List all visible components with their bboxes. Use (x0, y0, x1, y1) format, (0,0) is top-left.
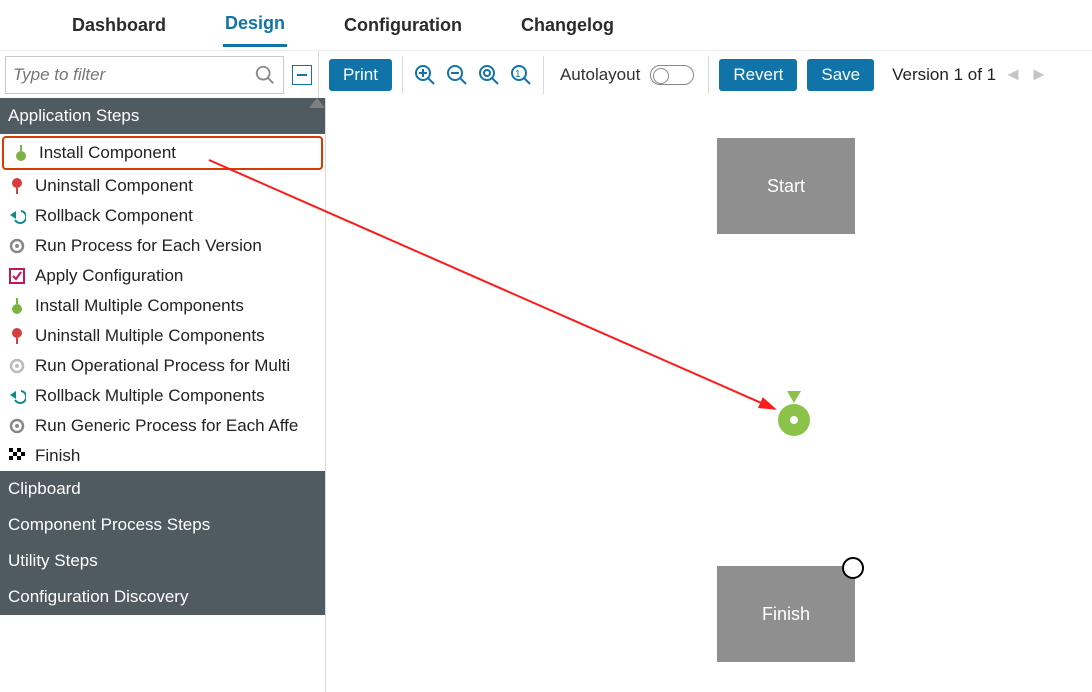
step-finish[interactable]: Finish (0, 441, 325, 471)
step-label: Run Generic Process for Each Affe (35, 416, 298, 436)
step-label: Apply Configuration (35, 266, 183, 286)
tab-changelog[interactable]: Changelog (519, 5, 616, 46)
step-palette: Application Steps Install Component Unin… (0, 98, 326, 692)
filter-box (5, 56, 284, 94)
search-icon[interactable] (254, 64, 276, 86)
zoom-reset-icon[interactable]: 1 (507, 61, 535, 89)
step-rollback-multiple[interactable]: Rollback Multiple Components (0, 381, 325, 411)
zoom-fit-icon[interactable] (475, 61, 503, 89)
node-label: Start (767, 176, 805, 197)
uninstall-icon (8, 177, 26, 195)
autolayout-toggle[interactable] (650, 65, 694, 85)
revert-button[interactable]: Revert (719, 59, 797, 91)
install-icon (8, 297, 26, 315)
rollback-icon (8, 387, 26, 405)
step-label: Install Multiple Components (35, 296, 244, 316)
save-button[interactable]: Save (807, 59, 874, 91)
filter-input[interactable] (13, 65, 254, 85)
drop-circle-icon (778, 404, 810, 436)
step-run-operational[interactable]: Run Operational Process for Multi (0, 351, 325, 381)
node-label: Finish (762, 604, 810, 625)
scroll-up-icon[interactable] (309, 98, 325, 108)
svg-text:1: 1 (515, 69, 521, 80)
node-finish[interactable]: Finish ✕ (717, 566, 855, 662)
zoom-in-icon[interactable] (411, 61, 439, 89)
prev-version-icon[interactable]: ◄ (1004, 64, 1022, 85)
category-utility-steps[interactable]: Utility Steps (0, 543, 325, 579)
uninstall-icon (8, 327, 26, 345)
step-install-component[interactable]: Install Component (2, 136, 323, 170)
gear-icon (8, 357, 26, 375)
divider (318, 51, 319, 98)
gear-icon (8, 237, 26, 255)
step-uninstall-component[interactable]: Uninstall Component (0, 171, 325, 201)
rollback-icon (8, 207, 26, 225)
step-label: Uninstall Component (35, 176, 193, 196)
tab-dashboard[interactable]: Dashboard (70, 5, 168, 46)
step-label: Rollback Component (35, 206, 193, 226)
version-label: Version 1 of 1 (892, 65, 996, 85)
delete-node-icon[interactable]: ✕ (842, 557, 864, 579)
step-label: Rollback Multiple Components (35, 386, 265, 406)
toolbar-row: Print 1 Autolayout Revert Save Version 1… (0, 50, 1092, 98)
collapse-panel-icon[interactable] (292, 65, 312, 85)
category-clipboard[interactable]: Clipboard (0, 471, 325, 507)
step-run-process-each-version[interactable]: Run Process for Each Version (0, 231, 325, 261)
install-icon (12, 144, 30, 162)
category-application-steps[interactable]: Application Steps (0, 98, 325, 134)
autolayout-control: Autolayout (554, 56, 709, 94)
step-label: Install Component (39, 143, 176, 163)
zoom-group: 1 (402, 56, 544, 94)
design-canvas[interactable]: Start Finish ✕ (326, 98, 1092, 692)
step-rollback-component[interactable]: Rollback Component (0, 201, 325, 231)
tab-configuration[interactable]: Configuration (342, 5, 464, 46)
zoom-out-icon[interactable] (443, 61, 471, 89)
step-label: Finish (35, 446, 80, 466)
print-button[interactable]: Print (329, 59, 392, 91)
version-pager: Version 1 of 1 ◄ ► (892, 64, 1048, 85)
next-version-icon[interactable]: ► (1030, 64, 1048, 85)
tab-design[interactable]: Design (223, 3, 287, 47)
flag-icon (8, 447, 26, 465)
step-uninstall-multiple[interactable]: Uninstall Multiple Components (0, 321, 325, 351)
gear-icon (8, 417, 26, 435)
step-run-generic[interactable]: Run Generic Process for Each Affe (0, 411, 325, 441)
drop-target[interactable] (778, 391, 810, 436)
node-start[interactable]: Start (717, 138, 855, 234)
category-component-process-steps[interactable]: Component Process Steps (0, 507, 325, 543)
drop-arrow-icon (787, 391, 801, 403)
top-tabs: Dashboard Design Configuration Changelog (0, 0, 1092, 50)
step-install-multiple[interactable]: Install Multiple Components (0, 291, 325, 321)
step-label: Run Process for Each Version (35, 236, 262, 256)
autolayout-label: Autolayout (560, 65, 640, 85)
step-label: Uninstall Multiple Components (35, 326, 265, 346)
category-configuration-discovery[interactable]: Configuration Discovery (0, 579, 325, 615)
check-icon (8, 267, 26, 285)
step-label: Run Operational Process for Multi (35, 356, 290, 376)
step-apply-configuration[interactable]: Apply Configuration (0, 261, 325, 291)
